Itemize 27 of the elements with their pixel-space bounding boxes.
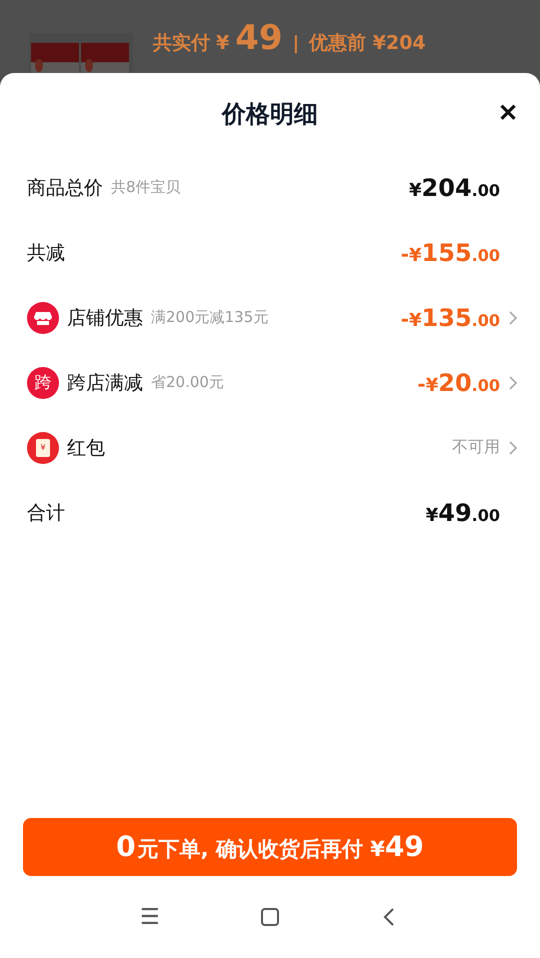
row-label: 合计 bbox=[27, 500, 65, 526]
cross-store-badge: 跨 bbox=[27, 366, 59, 398]
store-icon bbox=[27, 302, 59, 334]
row-note: 共8件宝贝 bbox=[111, 178, 181, 197]
close-button[interactable]: ✕ bbox=[498, 99, 518, 128]
row-label: 跨店满减 bbox=[67, 370, 143, 396]
row-label: 商品总价 bbox=[27, 176, 103, 200]
original-price: 优惠前 ¥204 bbox=[309, 31, 426, 56]
amount: ¥49.00 bbox=[426, 498, 500, 526]
amount: ¥204.00 bbox=[409, 174, 500, 202]
home-icon[interactable] bbox=[260, 907, 280, 927]
menu-icon[interactable]: ☰ bbox=[140, 904, 160, 930]
sheet-title: 价格明细 bbox=[222, 99, 318, 130]
row-note: 满200元减135元 bbox=[151, 308, 268, 327]
paid-amount: 49 bbox=[235, 18, 283, 58]
paid-label: 共实付 bbox=[153, 31, 210, 56]
amount: -¥135.00 bbox=[400, 304, 500, 332]
amount: -¥155.00 bbox=[400, 238, 500, 266]
envelope-icon: ¥ bbox=[27, 432, 59, 464]
separator: | bbox=[292, 33, 300, 54]
row-note: 省20.00元 bbox=[151, 373, 224, 392]
row-label: 店铺优惠 bbox=[67, 306, 143, 330]
currency-sign: ¥ bbox=[216, 32, 230, 54]
row-label: 红包 bbox=[67, 436, 105, 460]
status-text: 不可用 bbox=[452, 437, 500, 458]
amount: -¥20.00 bbox=[417, 368, 500, 396]
row-label: 共减 bbox=[27, 240, 65, 266]
